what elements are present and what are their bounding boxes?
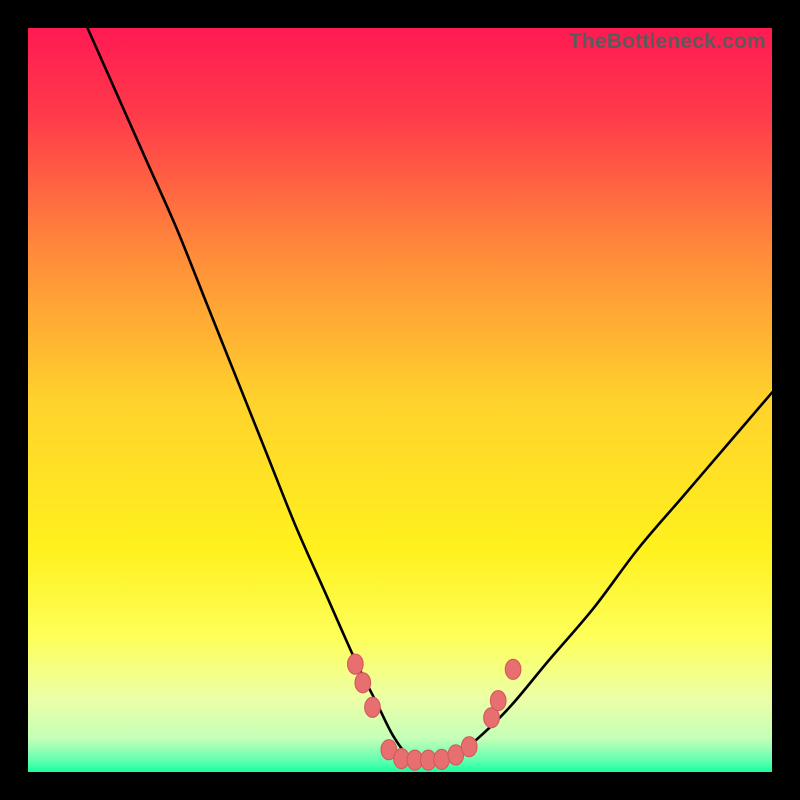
curve-marker [348,654,364,674]
chart-frame: TheBottleneck.com [0,0,800,800]
curve-marker [365,697,381,717]
bottleneck-curve [88,28,772,761]
plot-area: TheBottleneck.com [28,28,772,772]
curve-marker [434,749,450,769]
watermark-text: TheBottleneck.com [569,30,766,54]
curve-marker [505,659,521,679]
curve-marker [490,691,506,711]
curve-layer [28,28,772,772]
curve-markers [348,654,521,770]
curve-marker [461,737,477,757]
curve-marker [355,673,371,693]
